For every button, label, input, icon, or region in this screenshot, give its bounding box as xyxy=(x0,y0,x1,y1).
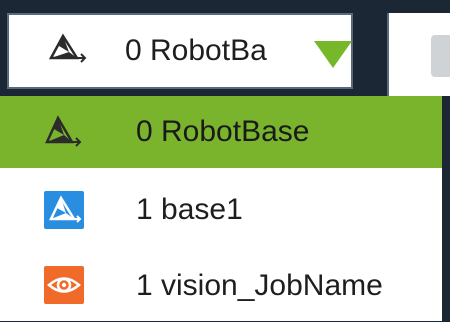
base-dropdown-list: 0 RobotBase 1 base1 1 vision_JobName xyxy=(0,96,450,321)
adjacent-field-button[interactable] xyxy=(431,35,450,77)
base-select-combobox[interactable]: 0 RobotBa xyxy=(7,13,353,89)
adjacent-field[interactable] xyxy=(387,13,450,96)
toolbar: 0 RobotBa xyxy=(0,0,450,96)
list-item-robot-base[interactable]: 0 RobotBase xyxy=(0,96,442,168)
list-item-label: 0 RobotBase xyxy=(136,115,310,148)
chevron-down-icon[interactable] xyxy=(314,41,352,68)
user-base-frame-icon xyxy=(44,191,84,229)
list-item-label: 1 base1 xyxy=(136,193,243,226)
robot-base-frame-icon xyxy=(48,33,87,63)
list-item-label: 1 vision_JobName xyxy=(136,269,383,302)
list-item-base1[interactable]: 1 base1 xyxy=(0,174,442,246)
list-item-vision-jobname[interactable]: 1 vision_JobName xyxy=(0,250,442,322)
dropdown-edge xyxy=(442,96,450,321)
robot-base-frame-icon xyxy=(45,115,82,147)
toolbar-gap xyxy=(353,0,387,96)
combo-selected-text: 0 RobotBa xyxy=(125,34,267,67)
vision-eye-icon xyxy=(44,266,84,304)
